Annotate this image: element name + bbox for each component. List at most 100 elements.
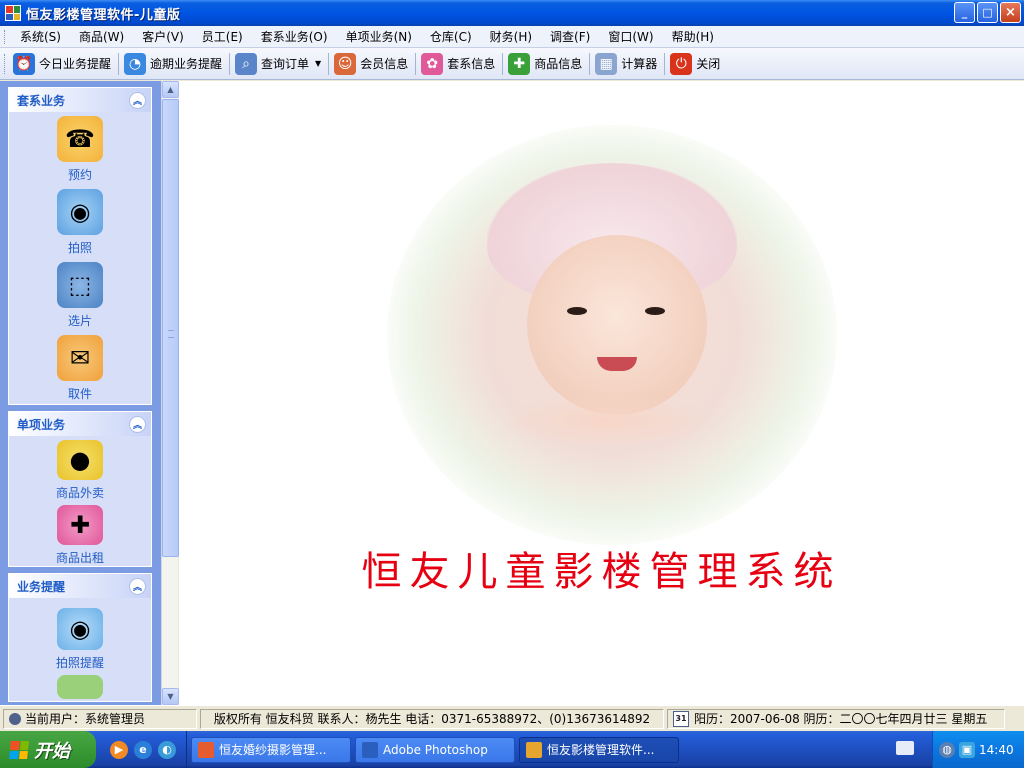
group-title: 单项业务 xyxy=(17,417,66,432)
query-order-label: 查询订单 xyxy=(261,57,310,71)
menu-finance[interactable]: 财务(H) xyxy=(481,27,541,47)
group-title: 业务提醒 xyxy=(17,579,66,594)
today-reminder-button[interactable]: ⏰ 今日业务提醒 xyxy=(10,51,116,77)
today-reminder-label: 今日业务提醒 xyxy=(39,57,112,71)
status-date: 31 阳历：2007-06-08 阴历：二〇〇七年四月廿三 星期五 xyxy=(667,708,1005,729)
clock: 14:40 xyxy=(979,742,1014,757)
photo-loupe-icon: ⬚ xyxy=(57,262,103,308)
menu-survey[interactable]: 调查(F) xyxy=(541,27,599,47)
nav-item-shoot-reminder[interactable]: ◉ 拍照提醒 xyxy=(9,598,151,671)
query-order-button[interactable]: ⌕ 查询订单 ▼ xyxy=(232,51,326,77)
toolbar: ⏰ 今日业务提醒 ◔ 逾期业务提醒 ⌕ 查询订单 ▼ ☺ 会员信息 ✿ 套系信息… xyxy=(0,48,1024,80)
exit-button[interactable]: ⏻ 关闭 xyxy=(667,51,725,77)
start-label: 开始 xyxy=(34,740,70,762)
member-info-button[interactable]: ☺ 会员信息 xyxy=(331,51,413,77)
sidebar-scrollbar[interactable]: ▲ ▼ xyxy=(161,81,179,705)
nav-item-label: 预约 xyxy=(67,168,92,182)
date-text: 阳历：2007-06-08 阴历：二〇〇七年四月廿三 星期五 xyxy=(694,712,988,726)
menubar-grip[interactable] xyxy=(4,29,7,44)
menu-goods[interactable]: 商品(W) xyxy=(70,27,133,47)
package-info-button[interactable]: ✿ 套系信息 xyxy=(418,51,500,77)
group-header[interactable]: 单项业务 ︽ xyxy=(9,412,151,436)
nav-item-appointment[interactable]: ☎ 预约 xyxy=(9,112,151,185)
scroll-up-icon[interactable]: ▲ xyxy=(162,81,179,98)
nav-item-goods-rental[interactable]: ✚ 商品出租 xyxy=(9,501,151,566)
scrollbar-thumb[interactable] xyxy=(162,99,179,557)
window-title: 恒友影楼管理软件-儿童版 xyxy=(26,7,181,23)
menu-warehouse[interactable]: 仓库(C) xyxy=(421,27,481,47)
gift-box-icon: ✚ xyxy=(508,52,531,75)
menu-employee[interactable]: 员工(E) xyxy=(193,27,252,47)
menu-package-business[interactable]: 套系业务(O) xyxy=(252,27,337,47)
internet-explorer-icon[interactable]: e xyxy=(134,740,152,759)
exit-label: 关闭 xyxy=(696,57,721,71)
start-button[interactable]: 开始 xyxy=(0,731,96,768)
nav-item-pickup[interactable]: ✉ 取件 xyxy=(9,331,151,404)
package-icon: ✿ xyxy=(421,52,444,75)
overdue-reminder-button[interactable]: ◔ 逾期业务提醒 xyxy=(121,51,227,77)
media-player-icon[interactable]: ▶ xyxy=(110,740,128,759)
power-icon: ⏻ xyxy=(670,52,693,75)
dropdown-arrow-icon[interactable]: ▼ xyxy=(315,59,321,68)
nav-item-partial[interactable] xyxy=(9,671,151,701)
taskbar-item-label: 恒友影楼管理软件... xyxy=(547,743,655,757)
windows-flag-icon xyxy=(9,740,29,759)
navigation-panel: 套系业务 ︽ ☎ 预约 ◉ 拍照 ⬚ 选片 ✉ 取件 单项业务 ︽ ● 商品外卖… xyxy=(0,81,179,705)
group-business-reminder: 业务提醒 ︽ ◉ 拍照提醒 xyxy=(8,573,152,702)
nav-item-shoot[interactable]: ◉ 拍照 xyxy=(9,185,151,258)
quick-launch: ▶ e ◐ xyxy=(96,731,187,768)
camera-icon: ◉ xyxy=(57,189,103,235)
taskbar-item[interactable]: 恒友婚纱摄影管理... xyxy=(191,736,351,763)
alarm-clock-icon: ⏰ xyxy=(13,52,35,75)
group-package-business: 套系业务 ︽ ☎ 预约 ◉ 拍照 ⬚ 选片 ✉ 取件 xyxy=(8,87,152,405)
close-window-button[interactable]: × xyxy=(1000,2,1021,23)
security-icon[interactable]: ▣ xyxy=(959,741,975,758)
goods-info-button[interactable]: ✚ 商品信息 xyxy=(505,51,587,77)
taskbar-item[interactable]: Adobe Photoshop xyxy=(355,736,515,763)
menu-system[interactable]: 系统(S) xyxy=(11,27,70,47)
toolbar-separator xyxy=(328,52,330,75)
menu-customer[interactable]: 客户(V) xyxy=(133,27,193,47)
title-bar[interactable]: 恒友影楼管理软件-儿童版 _ □ × xyxy=(0,0,1024,26)
member-info-label: 会员信息 xyxy=(360,57,409,71)
nav-item-goods-sale[interactable]: ● 商品外卖 xyxy=(9,436,151,501)
baby-hands xyxy=(507,395,707,445)
status-bar: 当前用户：系统管理员 版权所有 恒友科贸 联系人：杨先生 电话：0371-653… xyxy=(0,705,1024,731)
copyright-text: 版权所有 恒友科贸 联系人：杨先生 电话：0371-65388972、(0)13… xyxy=(213,712,651,726)
show-desktop-icon[interactable]: ◐ xyxy=(158,740,176,759)
toolbar-separator xyxy=(664,52,666,75)
menu-window[interactable]: 窗口(W) xyxy=(599,27,662,47)
menu-help[interactable]: 帮助(H) xyxy=(663,27,723,47)
toolbar-grip[interactable] xyxy=(4,53,7,74)
calendar-icon: 31 xyxy=(673,710,689,727)
calculator-button[interactable]: ▦ 计算器 xyxy=(592,51,662,77)
nav-item-label: 商品外卖 xyxy=(55,486,104,500)
minimize-button[interactable]: _ xyxy=(954,2,975,23)
calendar-grid-icon xyxy=(57,675,103,699)
baby-mouth xyxy=(597,357,637,371)
collapse-chevron-icon[interactable]: ︽ xyxy=(129,91,146,109)
nav-item-label: 商品出租 xyxy=(55,551,104,565)
group-title: 套系业务 xyxy=(17,93,66,108)
splash-title: 恒友儿童影楼管理系统 xyxy=(361,549,842,595)
keyboard-icon[interactable] xyxy=(896,741,914,755)
photoshop-icon xyxy=(362,741,378,758)
group-header[interactable]: 业务提醒 ︽ xyxy=(9,574,151,598)
nav-item-label: 选片 xyxy=(67,314,92,328)
magnifier-icon: ⌕ xyxy=(235,52,258,75)
restore-button[interactable]: □ xyxy=(977,2,998,23)
goods-info-label: 商品信息 xyxy=(534,57,583,71)
network-icon[interactable]: ◍ xyxy=(939,741,955,758)
group-header[interactable]: 套系业务 ︽ xyxy=(9,88,151,112)
taskbar-item-active[interactable]: 恒友影楼管理软件... xyxy=(519,736,679,763)
menu-single-business[interactable]: 单项业务(N) xyxy=(337,27,421,47)
baby-photo xyxy=(387,125,837,545)
collapse-chevron-icon[interactable]: ︽ xyxy=(129,577,146,595)
collapse-chevron-icon[interactable]: ︽ xyxy=(129,415,146,433)
main-content: 恒友儿童影楼管理系统 xyxy=(179,81,1024,705)
nav-item-select-photos[interactable]: ⬚ 选片 xyxy=(9,258,151,331)
scroll-down-icon[interactable]: ▼ xyxy=(162,688,179,705)
system-tray: ◍ ▣ 14:40 xyxy=(932,731,1024,768)
members-icon: ☺ xyxy=(334,52,357,75)
taskbar-item-label: Adobe Photoshop xyxy=(383,742,488,757)
